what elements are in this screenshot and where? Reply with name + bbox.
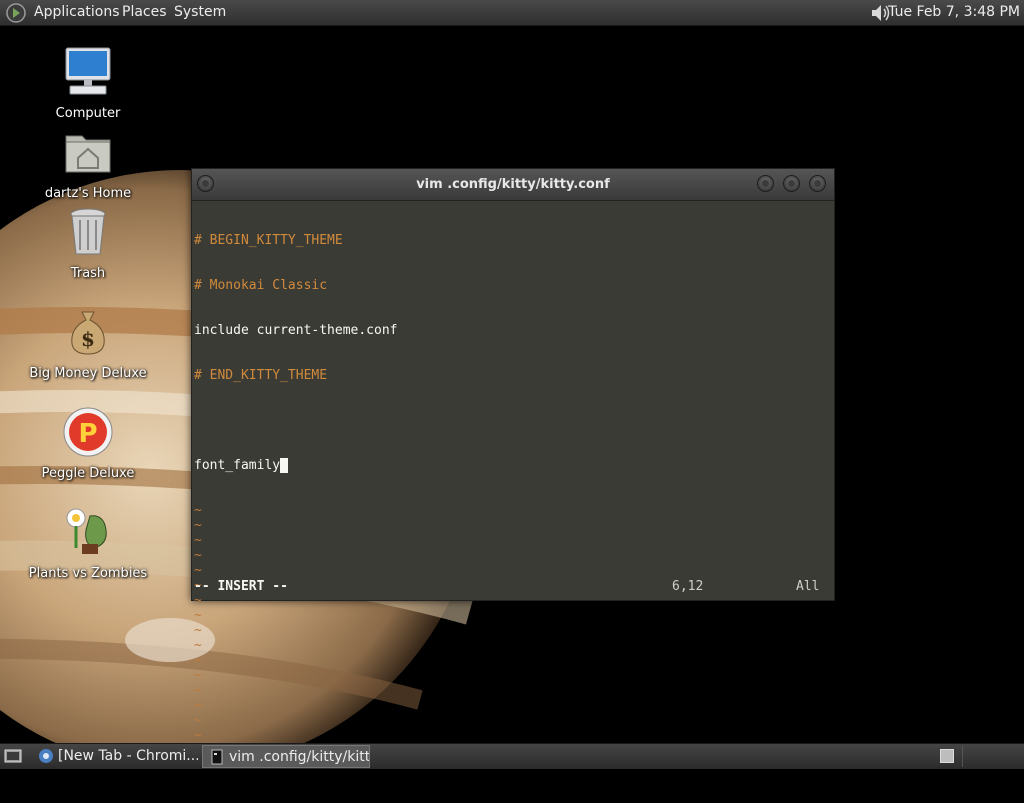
tilde-marker: ~ (194, 683, 202, 698)
tilde-marker: ~ (194, 563, 202, 578)
desktop-icon-label: Peggle Deluxe (41, 466, 135, 481)
close-button[interactable] (809, 175, 826, 192)
trash-icon (70, 208, 106, 255)
editor-line: # BEGIN_KITTY_THEME (194, 233, 343, 248)
clock[interactable]: Tue Feb 7, 3:48 PM (888, 4, 1020, 20)
scroll-position: All (796, 579, 820, 594)
tilde-marker: ~ (194, 668, 202, 683)
terminal-window[interactable]: vim .config/kitty/kitty.conf # BEGIN_KIT… (191, 168, 835, 773)
top-panel: Applications Places System Tue Feb 7, 3:… (0, 0, 1024, 26)
desktop-icon-label: dartz's Home (44, 186, 132, 201)
workspace-switcher[interactable] (962, 746, 1024, 767)
peggle-icon: P (63, 407, 113, 457)
bottom-panel: [New Tab - Chromi... vim .config/kitty/k… (0, 743, 1024, 769)
editor-line: # END_KITTY_THEME (194, 368, 328, 383)
tilde-marker: ~ (194, 698, 202, 713)
desktop-icon-peggle[interactable]: P Peggle Deluxe (28, 404, 148, 481)
desktop-icon-label: Computer (55, 106, 121, 121)
cursor-position: 6,12 (672, 579, 704, 594)
tilde-marker: ~ (194, 503, 202, 518)
show-desktop-icon[interactable] (4, 748, 22, 764)
desktop-icon-label: Big Money Deluxe (29, 366, 147, 381)
minimize-button[interactable] (757, 175, 774, 192)
money-bag-icon: $ (71, 311, 105, 355)
tilde-marker: ~ (194, 713, 202, 728)
terminal-content[interactable]: # BEGIN_KITTY_THEME # Monokai Classic in… (194, 203, 830, 773)
terminal-icon (211, 749, 223, 765)
empty-line-markers: ~~~~~~~~~~~~~~~~~~ (194, 503, 830, 773)
tilde-marker: ~ (194, 518, 202, 533)
menu-applications[interactable]: Applications (34, 4, 120, 20)
taskbar-task-chromium[interactable]: [New Tab - Chromi... (32, 745, 198, 768)
computer-icon (65, 47, 111, 95)
tilde-marker: ~ (194, 593, 202, 608)
editor-line-current: font_family (194, 458, 830, 473)
task-label: [New Tab - Chromi... (58, 748, 198, 764)
tilde-marker: ~ (194, 638, 202, 653)
desktop-icon-label: Plants vs Zombies (28, 566, 148, 581)
desktop-icon-plants-vs-zombies[interactable]: Plants vs Zombies (28, 504, 148, 581)
window-titlebar[interactable]: vim .config/kitty/kitty.conf (192, 169, 834, 201)
maximize-button[interactable] (783, 175, 800, 192)
editor-line: # Monokai Classic (194, 278, 328, 293)
chromium-icon (39, 749, 53, 763)
workspace-switcher-active[interactable] (940, 749, 954, 763)
svg-text:P: P (78, 419, 97, 449)
tilde-marker: ~ (194, 728, 202, 743)
home-folder-icon (65, 135, 111, 173)
app-menu-logo-icon[interactable] (6, 3, 26, 23)
tilde-marker: ~ (194, 623, 202, 638)
desktop-icon-big-money[interactable]: $ Big Money Deluxe (28, 304, 148, 381)
desktop-icon-home[interactable]: dartz's Home (28, 124, 148, 201)
menu-system[interactable]: System (174, 4, 226, 20)
tilde-marker: ~ (194, 608, 202, 623)
editor-line: include current-theme.conf (194, 323, 398, 338)
task-label: vim .config/kitty/kitt... (229, 749, 370, 765)
text-cursor (280, 458, 289, 473)
vim-statusline: -- INSERT -- 6,12 All (194, 579, 824, 594)
window-title: vim .config/kitty/kitty.conf (416, 177, 610, 192)
svg-text:$: $ (81, 327, 95, 351)
tilde-marker: ~ (194, 548, 202, 563)
desktop-icon-computer[interactable]: Computer (28, 44, 148, 121)
plants-vs-zombies-icon (66, 508, 107, 554)
desktop-icon-label: Trash (70, 266, 106, 281)
current-line-text: font_family (194, 458, 281, 473)
tilde-marker: ~ (194, 533, 202, 548)
taskbar-task-vim[interactable]: vim .config/kitty/kitt... (202, 745, 370, 768)
mode-indicator: -- INSERT -- (194, 579, 288, 594)
desktop-icon-trash[interactable]: Trash (28, 204, 148, 281)
menu-places[interactable]: Places (122, 4, 167, 20)
tilde-marker: ~ (194, 653, 202, 668)
